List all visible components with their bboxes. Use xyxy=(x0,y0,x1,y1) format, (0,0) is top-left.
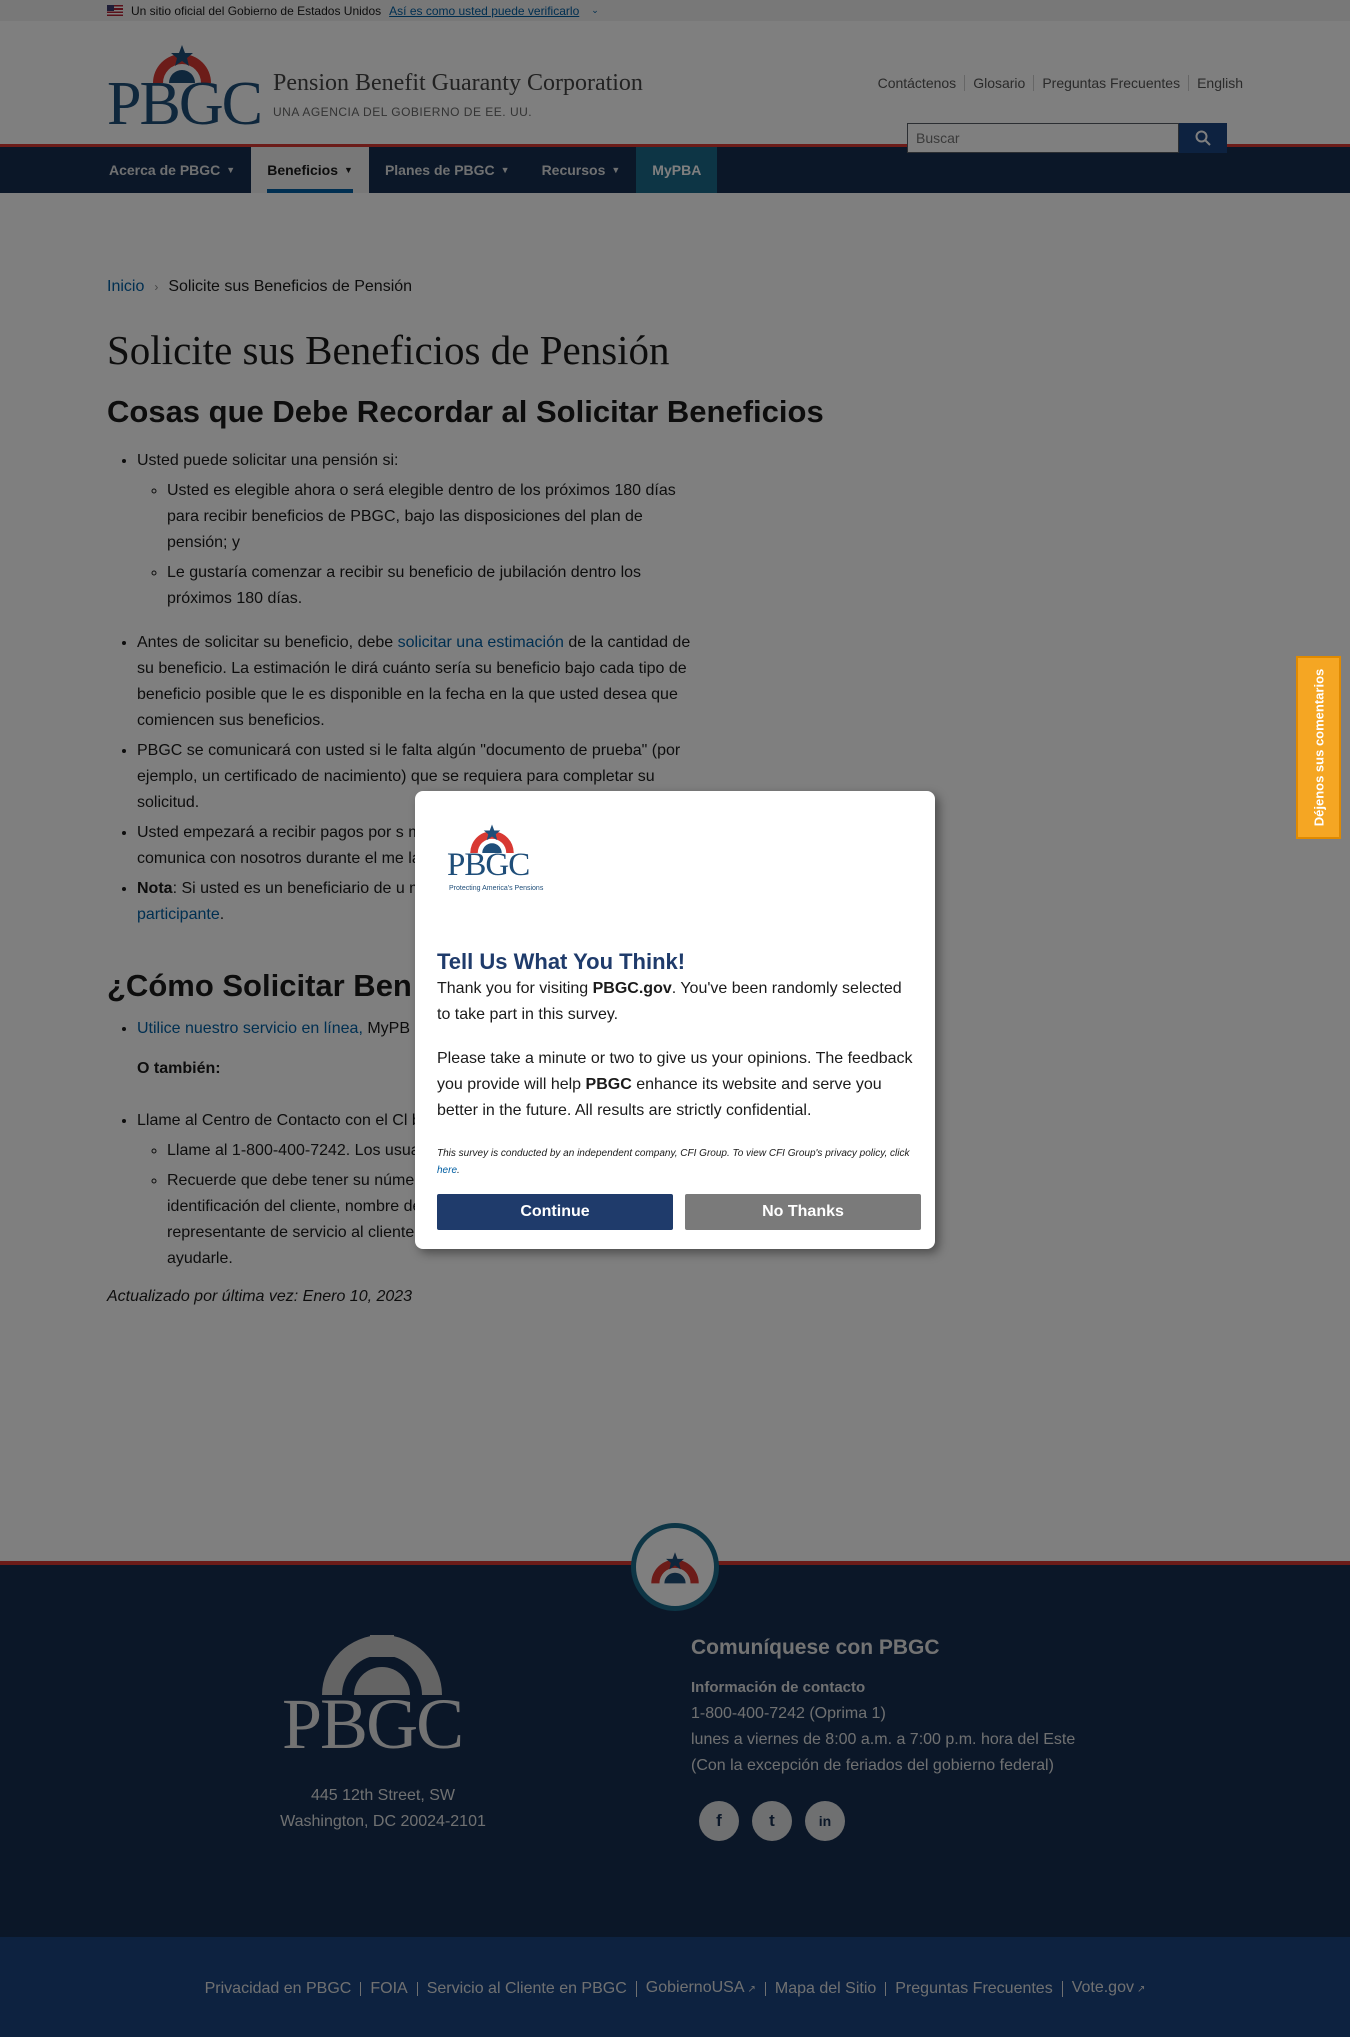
text-bold: PBGC xyxy=(585,1076,632,1093)
continue-button[interactable]: Continue xyxy=(437,1194,673,1230)
feedback-tab-label: Déjenos sus comentarios xyxy=(1311,668,1326,827)
modal-logo-tagline: Protecting America's Pensions xyxy=(449,885,544,892)
modal-title: Tell Us What You Think! xyxy=(437,949,686,974)
modal-paragraph-2: Please take a minute or two to give us y… xyxy=(437,1046,917,1124)
modal-buttons: Continue No Thanks xyxy=(437,1194,921,1230)
text-bold: PBGC.gov xyxy=(592,980,672,997)
survey-modal: PBGC Protecting America's Pensions Tell … xyxy=(415,791,935,1249)
privacy-policy-link[interactable]: here xyxy=(437,1165,457,1176)
modal-paragraph-1: Thank you for visiting PBGC.gov. You've … xyxy=(437,976,917,1028)
text: This survey is conducted by an independe… xyxy=(437,1148,910,1159)
text: Thank you for visiting xyxy=(437,980,593,997)
text: . xyxy=(457,1165,460,1176)
modal-disclaimer: This survey is conducted by an independe… xyxy=(437,1145,917,1179)
no-thanks-button[interactable]: No Thanks xyxy=(685,1194,921,1230)
feedback-tab[interactable]: Déjenos sus comentarios xyxy=(1296,656,1341,839)
modal-logo-wordmark: PBGC xyxy=(447,847,530,883)
